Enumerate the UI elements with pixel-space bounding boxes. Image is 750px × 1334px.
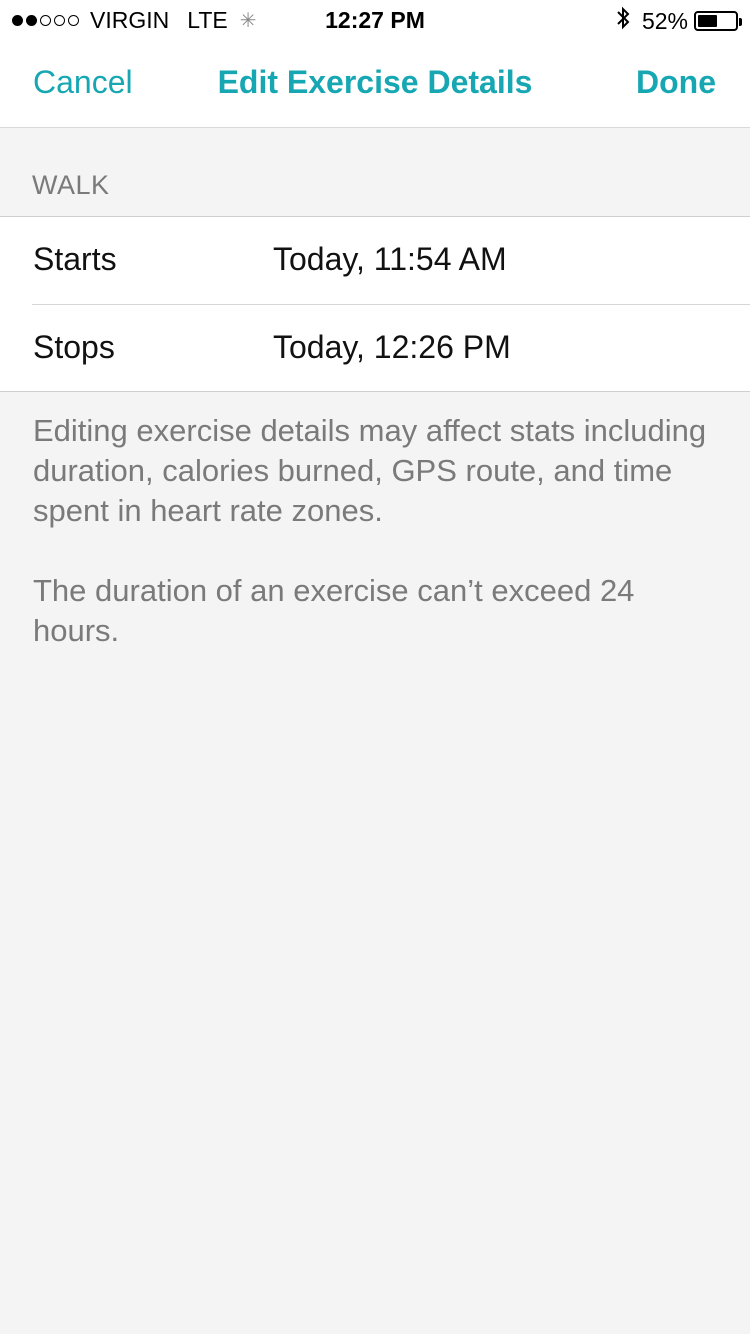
- stops-row[interactable]: Stops Today, 12:26 PM: [0, 305, 750, 392]
- edit-exercise-screen: VIRGIN LTE ✳ 12:27 PM 52% Cancel Edit Ex…: [0, 0, 750, 1334]
- bluetooth-icon: [616, 6, 630, 36]
- duration-limit-note: The duration of an exercise can’t exceed…: [33, 573, 635, 648]
- starts-label: Starts: [33, 241, 117, 277]
- navigation-bar: Cancel Edit Exercise Details Done: [0, 40, 750, 128]
- status-right: 52%: [616, 6, 742, 36]
- starts-row[interactable]: Starts Today, 11:54 AM: [0, 217, 750, 305]
- exercise-times-table: Starts Today, 11:54 AM Stops Today, 12:2…: [0, 216, 750, 392]
- battery-percent: 52%: [641, 7, 688, 34]
- stops-label: Stops: [33, 329, 115, 365]
- stops-value[interactable]: Today, 12:26 PM: [273, 329, 511, 366]
- editing-warning-note: Editing exercise details may affect stat…: [33, 413, 707, 528]
- battery-fill: [698, 15, 717, 27]
- battery-icon: [694, 11, 742, 31]
- status-bar: VIRGIN LTE ✳ 12:27 PM 52%: [0, 0, 750, 40]
- section-header: WALK: [32, 170, 110, 200]
- starts-value[interactable]: Today, 11:54 AM: [273, 241, 507, 278]
- battery-nub: [739, 18, 742, 26]
- done-button[interactable]: Done: [636, 64, 716, 101]
